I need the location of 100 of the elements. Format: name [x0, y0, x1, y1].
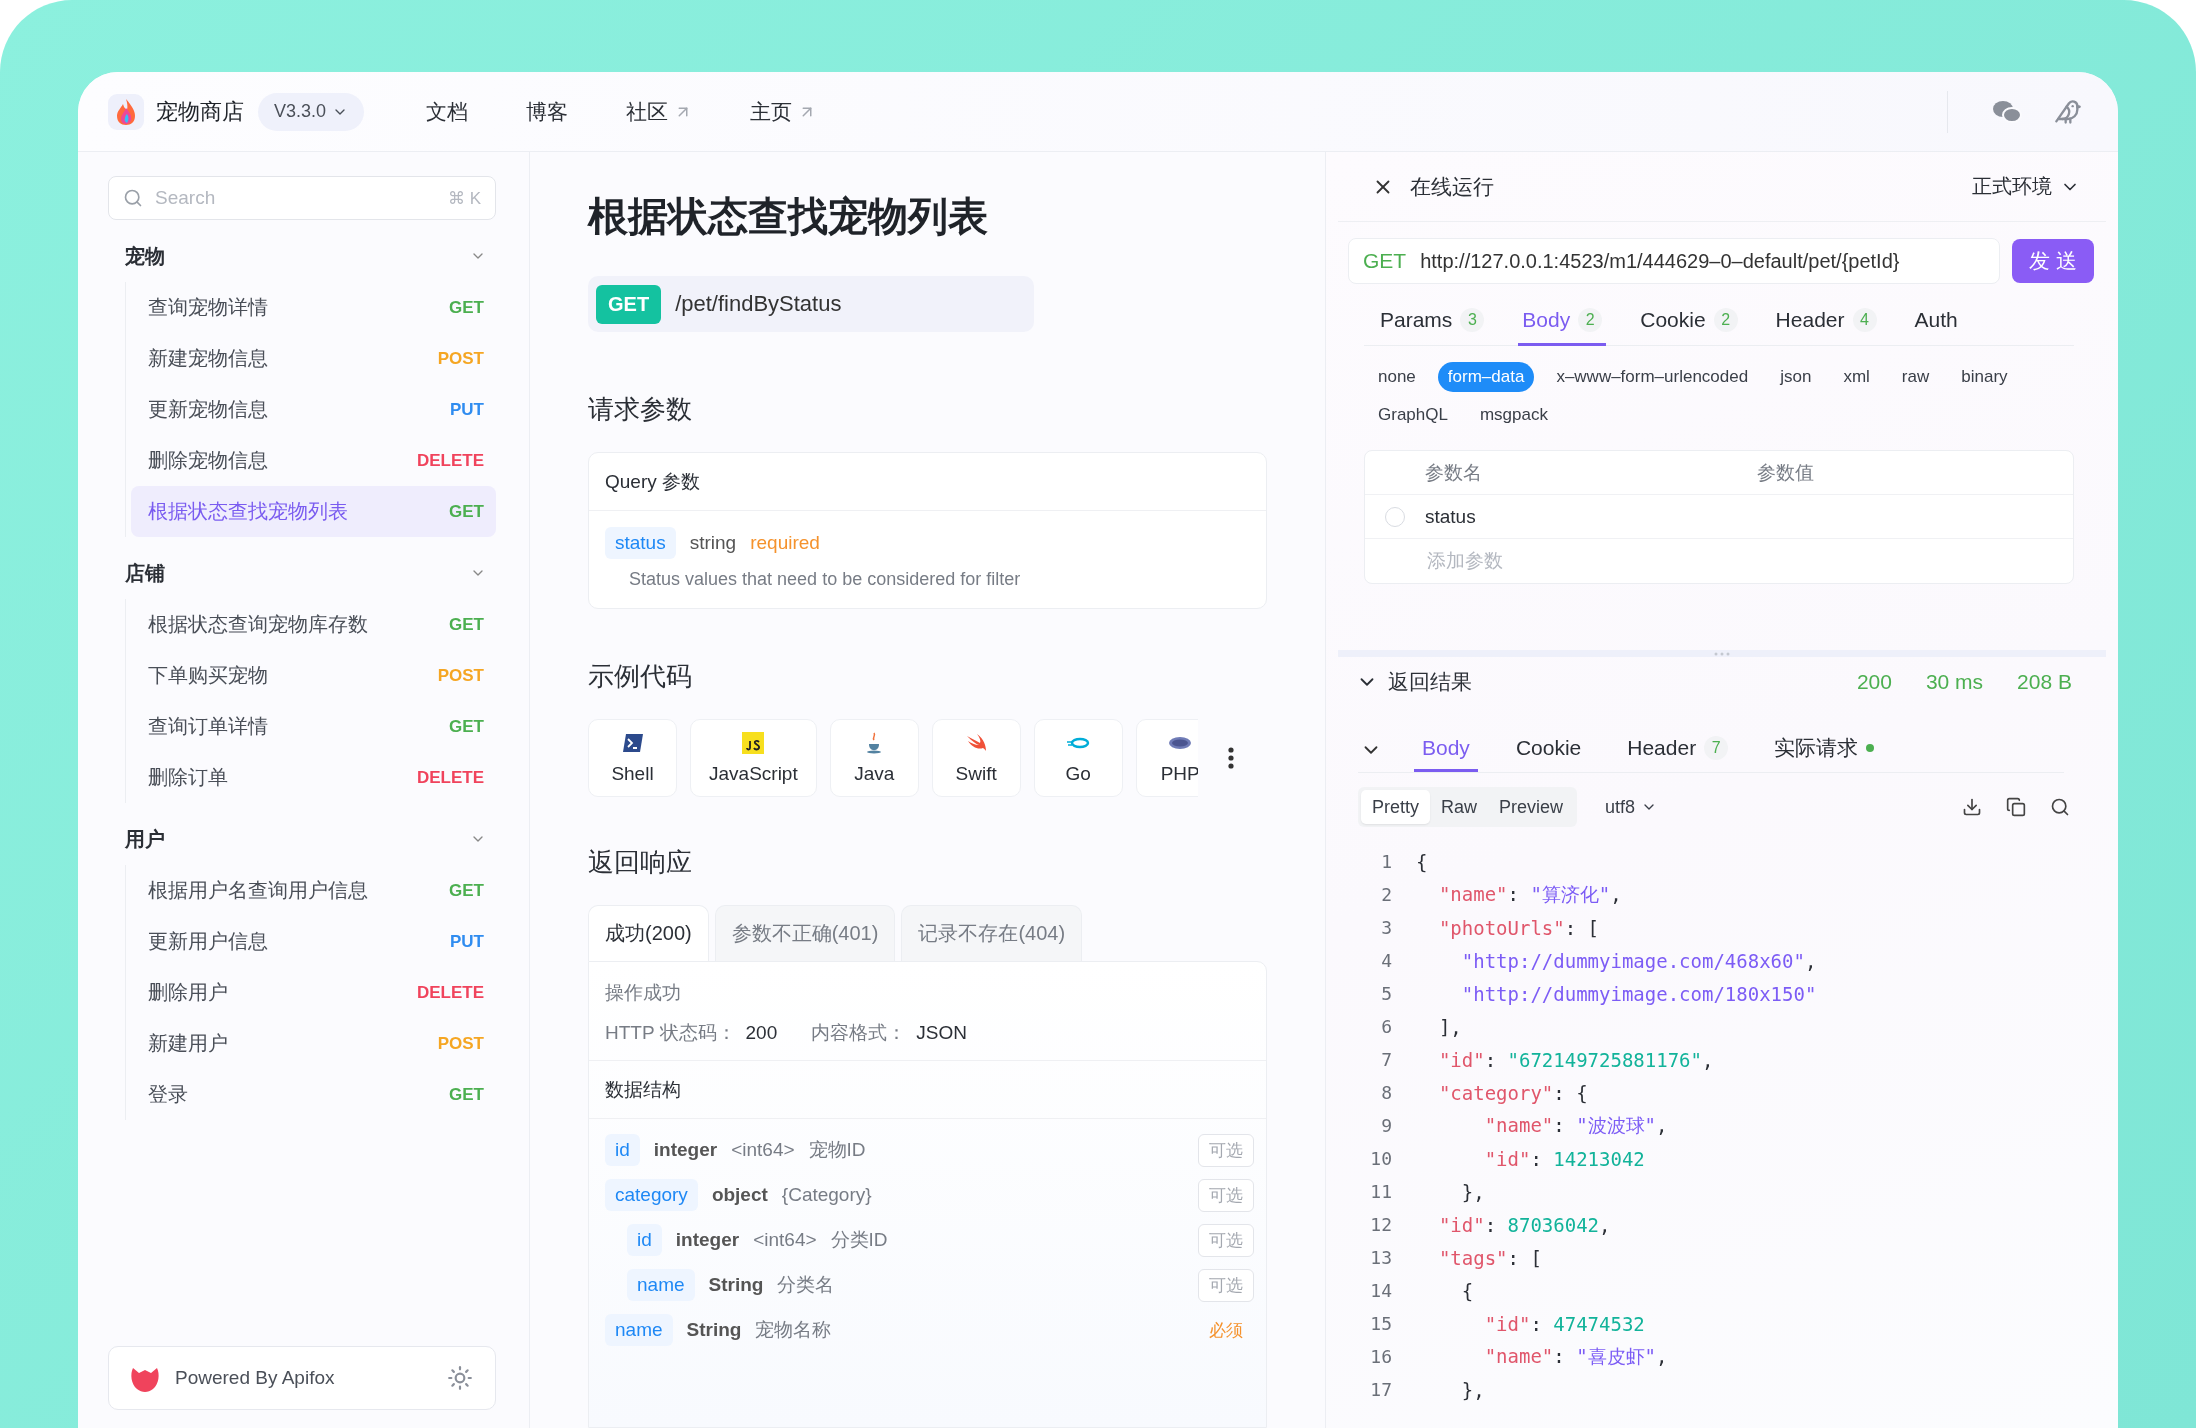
- method-label: GET: [449, 1084, 484, 1105]
- sidebar-item[interactable]: 登录 GET: [131, 1069, 496, 1120]
- view-mode-option[interactable]: Preview: [1488, 790, 1575, 824]
- language-tab[interactable]: JavaScript: [690, 719, 817, 797]
- language-tab[interactable]: Swift: [931, 719, 1021, 797]
- request-tab[interactable]: Params 3: [1376, 296, 1489, 346]
- response-tab[interactable]: 记录不存在(404): [901, 905, 1083, 961]
- code-line: "name": "喜皮虾",: [1483, 1343, 1668, 1369]
- line-number: 17: [1369, 1379, 1392, 1400]
- line-number: 3: [1380, 917, 1392, 938]
- sidebar-item[interactable]: 删除宠物信息 DELETE: [131, 435, 496, 486]
- method-label: GET: [449, 501, 484, 522]
- nav-link[interactable]: 主页: [750, 97, 817, 126]
- theme-toggle-button[interactable]: [445, 1363, 475, 1393]
- nav-link[interactable]: 社区: [626, 97, 693, 126]
- language-tab[interactable]: Shell: [588, 719, 677, 797]
- code-line: ],: [1437, 1015, 1462, 1038]
- body-type-option[interactable]: x–www–form–urlencoded: [1546, 362, 1759, 392]
- sidebar-item[interactable]: 新建宠物信息 POST: [131, 333, 496, 384]
- sidebar-item[interactable]: 更新宠物信息 PUT: [131, 384, 496, 435]
- sidebar-item[interactable]: 根据用户名查询用户信息 GET: [131, 865, 496, 916]
- group-header[interactable]: 店铺: [108, 547, 496, 599]
- field-description: 分类名: [777, 1273, 835, 1297]
- send-button[interactable]: 发 送: [2012, 239, 2094, 283]
- request-tab[interactable]: Body 2: [1518, 296, 1607, 346]
- line-number: 11: [1369, 1181, 1392, 1202]
- table-cell-text: status: [1425, 505, 1477, 528]
- line-number: 15: [1369, 1313, 1392, 1334]
- group-header[interactable]: 用户: [108, 813, 496, 865]
- body-type-option[interactable]: json: [1770, 362, 1822, 392]
- line-number: 10: [1369, 1148, 1392, 1169]
- sidebar-item[interactable]: 根据状态查找宠物列表 GET: [131, 486, 496, 537]
- field-type: String: [708, 1274, 764, 1296]
- method-badge: GET: [596, 284, 662, 324]
- copy-icon: [2006, 797, 2026, 817]
- response-tab[interactable]: Header 7: [1619, 727, 1737, 772]
- line-number: 14: [1369, 1280, 1392, 1301]
- request-tab[interactable]: Header 4: [1771, 296, 1881, 346]
- sidebar-item[interactable]: 新建用户 POST: [131, 1018, 496, 1069]
- group-header[interactable]: 宠物: [108, 230, 496, 282]
- endpoint-path: /pet/findByStatus: [675, 291, 842, 317]
- body-type-option[interactable]: none: [1368, 362, 1426, 392]
- sidebar-item[interactable]: 查询订单详情 GET: [131, 701, 496, 752]
- add-param-field[interactable]: 添加参数: [1425, 549, 2073, 573]
- nav-link[interactable]: 文档: [426, 97, 469, 126]
- body-type-option[interactable]: binary: [1951, 362, 2018, 392]
- method-label: POST: [437, 348, 484, 369]
- code-line: "tags": [: [1437, 1246, 1542, 1269]
- encoding-dropdown[interactable]: utf8: [1599, 795, 1664, 819]
- method-label: GET: [449, 716, 484, 737]
- status-code: 200: [1856, 670, 1892, 694]
- param-name: status: [605, 527, 676, 559]
- method-label: PUT: [450, 399, 484, 420]
- response-tab[interactable]: Cookie: [1507, 727, 1590, 772]
- language-tab[interactable]: Java: [829, 719, 919, 797]
- sidebar-item[interactable]: 删除订单 DELETE: [131, 752, 496, 803]
- body-type-option[interactable]: GraphQL: [1368, 400, 1458, 430]
- page-title: 根据状态查找宠物列表: [588, 193, 989, 240]
- line-number: 7: [1380, 1049, 1392, 1070]
- method-label: DELETE: [416, 767, 484, 788]
- environment-dropdown[interactable]: 正式环境: [1966, 172, 2086, 201]
- sidebar-item[interactable]: 下单购买宠物 POST: [131, 650, 496, 701]
- version-dropdown[interactable]: V3.3.0: [258, 92, 365, 131]
- body-type-option[interactable]: xml: [1833, 362, 1880, 392]
- sidebar-item[interactable]: 根据状态查询宠物库存数 GET: [131, 599, 496, 650]
- count-badge: 3: [1460, 307, 1485, 332]
- field-format: <int64>: [731, 1139, 795, 1161]
- request-tab[interactable]: Auth: [1910, 296, 1962, 346]
- sidebar-item[interactable]: 更新用户信息 PUT: [131, 916, 496, 967]
- request-tab[interactable]: Cookie 2: [1636, 296, 1742, 346]
- search-input[interactable]: Search: [153, 186, 438, 210]
- response-tab[interactable]: Body: [1414, 727, 1478, 772]
- sidebar-item[interactable]: 查询宠物详情 GET: [131, 282, 496, 333]
- view-mode-option[interactable]: Raw: [1430, 790, 1489, 824]
- count-badge: 4: [1852, 307, 1877, 332]
- response-tab[interactable]: 参数不正确(401): [714, 905, 896, 961]
- code-line: "http://dummyimage.com/468x60",: [1460, 949, 1817, 972]
- nav-link[interactable]: 博客: [526, 97, 569, 126]
- result-toggle[interactable]: 返回结果: [1356, 668, 1472, 696]
- language-tab[interactable]: Go: [1033, 719, 1123, 797]
- response-tab[interactable]: 成功(200): [588, 905, 709, 961]
- response-tab[interactable]: 实际请求: [1766, 727, 1883, 772]
- column-header: 参数名: [1425, 460, 1483, 485]
- more-button[interactable]: [1228, 747, 1234, 769]
- section-heading: 示例代码: [588, 660, 693, 693]
- url-field[interactable]: GET http://127.0.0.1:4523/m1/444629–0–default/pet/{petId}: [1348, 238, 2000, 284]
- row-checkbox[interactable]: [1385, 506, 1405, 527]
- code-line: {: [1460, 1279, 1474, 1302]
- copy-button[interactable]: [2004, 795, 2028, 819]
- body-type-option[interactable]: raw: [1891, 362, 1940, 392]
- flame-logo: [108, 93, 144, 130]
- drag-dots-icon: [1714, 651, 1730, 656]
- sidebar-item[interactable]: 删除用户 DELETE: [131, 967, 496, 1018]
- param-description: Status values that need to be considered for filter: [629, 569, 1022, 590]
- line-number: 1: [1380, 851, 1392, 872]
- method-label: GET: [449, 297, 484, 318]
- view-mode-option[interactable]: Pretty: [1361, 790, 1430, 824]
- resize-handle[interactable]: [1338, 650, 2106, 657]
- body-type-option[interactable]: msgpack: [1469, 400, 1558, 430]
- language-tab[interactable]: PHP: [1135, 719, 1198, 797]
